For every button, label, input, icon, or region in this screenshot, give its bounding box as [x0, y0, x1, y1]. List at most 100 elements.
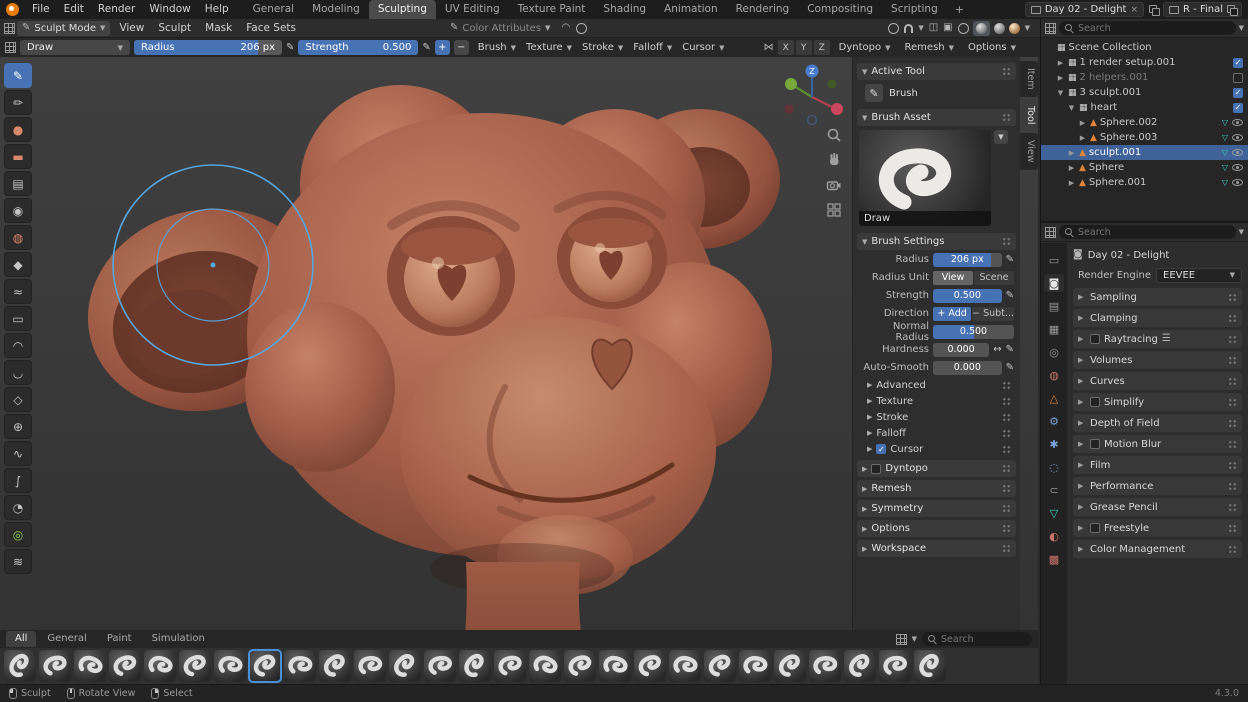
brush-thumbnail-26[interactable] — [914, 650, 946, 682]
brush-thumbnail-15[interactable] — [529, 650, 561, 682]
menu-lines-icon[interactable]: ☰ — [1162, 334, 1171, 344]
panel-checkbox-raytracing[interactable] — [1090, 334, 1100, 344]
properties-panel-raytracing[interactable]: ▶Raytracing☰ — [1073, 330, 1242, 348]
proportional-editing-icon[interactable] — [888, 23, 899, 34]
panel-grip-icon[interactable] — [1228, 461, 1237, 470]
panel-grip-icon[interactable] — [1228, 482, 1237, 491]
properties-filter-icon[interactable]: ▼ — [1239, 228, 1244, 236]
panel-grip-icon[interactable] — [1228, 503, 1237, 512]
viewport-menu-sculpt[interactable]: Sculpt — [151, 19, 198, 38]
properties-tab-modifiers[interactable]: ⚙ — [1044, 412, 1064, 430]
panel-header-active-tool[interactable]: ▼Active Tool — [857, 63, 1016, 80]
tool-fill[interactable]: ◡ — [4, 360, 32, 385]
properties-tab-world[interactable]: ◍ — [1044, 366, 1064, 384]
workspace-tab-sculpting[interactable]: Sculpting — [369, 0, 436, 19]
properties-tab-scene[interactable]: ◎ — [1044, 343, 1064, 361]
asset-search-input[interactable] — [941, 634, 1026, 645]
radius-pressure-icon[interactable]: ✎ — [286, 42, 294, 53]
properties-tab-constraints[interactable]: ⊂ — [1044, 481, 1064, 499]
workspace-tab-shading[interactable]: Shading — [594, 0, 655, 19]
mode-selector[interactable]: ✎ Sculpt Mode ▼ — [17, 21, 110, 36]
workspace-tab-texture-paint[interactable]: Texture Paint — [509, 0, 595, 19]
disclosure-icon[interactable]: ▶ — [1067, 164, 1076, 172]
radius-unit-scene[interactable]: Scene — [974, 271, 1014, 285]
properties-panel-clamping[interactable]: ▶Clamping — [1073, 309, 1242, 327]
brush-thumbnail-1[interactable] — [39, 650, 71, 682]
header-menu-dyntopo[interactable]: Dyntopo▼ — [834, 40, 896, 55]
radius-unit-view[interactable]: View — [933, 271, 973, 285]
hardness-field[interactable]: 0.000 — [933, 343, 989, 357]
viewport-menu-view[interactable]: View — [112, 19, 151, 38]
tool-menu-cursor[interactable]: Cursor▼ — [677, 40, 729, 55]
brush-asset-thumbnail[interactable]: Draw — [859, 130, 991, 226]
menu-file[interactable]: File — [25, 0, 57, 19]
outliner-row-sphere-001[interactable]: ▶▲Sphere.001▽ — [1041, 175, 1248, 190]
radius-slider[interactable]: Radius206 px — [134, 40, 282, 55]
outliner-row-1-render-setup-001[interactable]: ▶▦1 render setup.001 — [1041, 55, 1248, 70]
direction-subtract-button[interactable]: − — [454, 40, 469, 55]
visibility-eye-icon[interactable] — [1232, 149, 1243, 156]
tool-grab[interactable]: ⊕ — [4, 414, 32, 439]
brush-thumbnail-2[interactable] — [74, 650, 106, 682]
scene-selector[interactable]: Day 02 - Delight × — [1025, 2, 1144, 17]
shading-wireframe-icon[interactable] — [958, 23, 969, 34]
falloff-shape-icon[interactable] — [576, 23, 587, 34]
brush-thumbnail-20[interactable] — [704, 650, 736, 682]
disclosure-icon[interactable]: ▶ — [1067, 149, 1076, 157]
properties-tab-texture[interactable]: ▩ — [1044, 550, 1064, 568]
subpanel-advanced[interactable]: ▶Advanced — [857, 377, 1016, 393]
tool-inflate[interactable]: ◉ — [4, 198, 32, 223]
new-scene-icon[interactable] — [1149, 5, 1158, 14]
color-attributes-dropdown[interactable]: ✎ Color Attributes ▼ — [445, 21, 555, 36]
viewport-menu-mask[interactable]: Mask — [198, 19, 239, 38]
brush-thumbnail-25[interactable] — [879, 650, 911, 682]
brush-thumbnail-4[interactable] — [144, 650, 176, 682]
panel-options[interactable]: ▶Options — [857, 520, 1016, 537]
brush-thumbnail-3[interactable] — [109, 650, 141, 682]
blender-logo-icon[interactable] — [6, 3, 19, 16]
panel-grip-icon[interactable] — [1228, 440, 1237, 449]
render-engine-dropdown[interactable]: EEVEE▼ — [1156, 268, 1242, 283]
new-view-layer-icon[interactable] — [1227, 5, 1236, 14]
properties-tab-physics[interactable]: ◌ — [1044, 458, 1064, 476]
brush-thumbnail-0[interactable] — [4, 650, 36, 682]
disclosure-icon[interactable]: ▶ — [1078, 119, 1087, 127]
editor-type-icon[interactable] — [4, 23, 15, 34]
panel-grip-icon[interactable] — [1002, 445, 1011, 454]
outliner-row-sphere[interactable]: ▶▲Sphere▽ — [1041, 160, 1248, 175]
properties-panel-volumes[interactable]: ▶Volumes — [1073, 351, 1242, 369]
panel-grip-icon[interactable] — [1228, 356, 1237, 365]
panel-grip-icon[interactable] — [1228, 293, 1237, 302]
properties-search[interactable] — [1059, 225, 1236, 239]
brush-thumbnail-24[interactable] — [844, 650, 876, 682]
panel-grip-icon[interactable] — [1002, 464, 1011, 473]
outliner-search-input[interactable] — [1078, 23, 1230, 34]
hardness-arrows-icon[interactable]: ↔ — [993, 344, 1001, 355]
panel-grip-icon[interactable] — [1228, 314, 1237, 323]
panel-checkbox-freestyle[interactable] — [1090, 523, 1100, 533]
visibility-eye-icon[interactable] — [1232, 164, 1243, 171]
tool-cloth[interactable]: ≋ — [4, 549, 32, 574]
brush-thumbnail-5[interactable] — [179, 650, 211, 682]
pan-hand-icon[interactable] — [826, 152, 842, 168]
display-dropdown-icon[interactable]: ▼ — [912, 635, 917, 643]
shading-material-icon[interactable] — [994, 23, 1005, 34]
include-checkbox[interactable] — [1233, 58, 1243, 68]
panel-grip-icon[interactable] — [1002, 544, 1011, 553]
properties-tab-render[interactable]: ◙ — [1044, 274, 1064, 292]
visibility-eye-icon[interactable] — [1232, 134, 1243, 141]
outliner-row-sphere-002[interactable]: ▶▲Sphere.002▽ — [1041, 115, 1248, 130]
panel-checkbox-simplify[interactable] — [1090, 397, 1100, 407]
header-menu-remesh[interactable]: Remesh▼ — [900, 40, 959, 55]
tool-blob[interactable]: ◍ — [4, 225, 32, 250]
brush-thumbnail-22[interactable] — [774, 650, 806, 682]
brush-thumbnail-16[interactable] — [564, 650, 596, 682]
panel-grip-icon[interactable] — [1002, 484, 1011, 493]
brush-thumbnail-8[interactable] — [284, 650, 316, 682]
ortho-grid-icon[interactable] — [826, 202, 842, 218]
zoom-icon[interactable] — [826, 127, 842, 143]
menu-help[interactable]: Help — [198, 0, 236, 19]
subpanel-cursor[interactable]: ▶Cursor — [857, 441, 1016, 457]
panel-grip-icon[interactable] — [1228, 545, 1237, 554]
properties-panel-performance[interactable]: ▶Performance — [1073, 477, 1242, 495]
